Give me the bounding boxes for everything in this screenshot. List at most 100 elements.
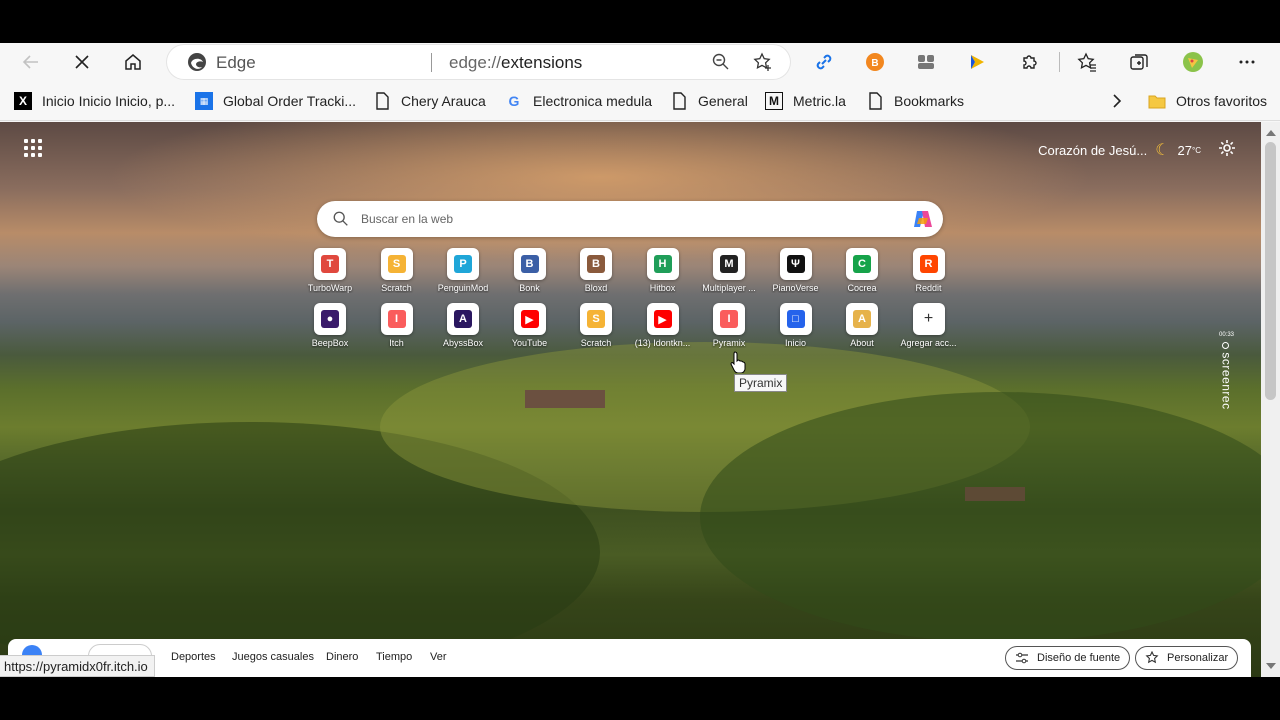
bookmark-label: General (698, 93, 748, 109)
add-favorite-icon[interactable] (753, 52, 773, 72)
bookmark-item[interactable]: ▦ Global Order Tracki... (195, 91, 356, 111)
weather-location: Corazón de Jesú... (1038, 142, 1148, 158)
quick-link-tile[interactable]: P PenguinMod (430, 248, 496, 304)
quick-link-tile[interactable]: S Scratch (364, 248, 430, 304)
quick-link-tile[interactable]: S Scratch (563, 303, 629, 359)
bookmarks-overflow-button[interactable] (1108, 91, 1136, 111)
quick-link-label: Bloxd (584, 283, 608, 293)
quick-link-label: Scratch (580, 338, 612, 348)
quick-link-tile[interactable]: C Cocrea (829, 248, 895, 304)
quick-link-icon: T (314, 248, 346, 280)
quick-link-tile[interactable]: A AbyssBox (430, 303, 496, 359)
quick-link-tile[interactable]: A About (829, 303, 895, 359)
quick-link-tile[interactable]: I Pyramix (696, 303, 762, 359)
bookmark-item[interactable]: General (670, 91, 748, 111)
favorites-button[interactable] (1071, 46, 1103, 78)
collections-button[interactable] (1123, 46, 1155, 78)
quick-link-label: Multiplayer ... (702, 283, 756, 293)
other-favorites-folder[interactable]: Otros favoritos (1148, 91, 1267, 111)
weather-unit: °C (1192, 145, 1201, 155)
quick-link-tile[interactable]: + Agregar acc... (896, 303, 962, 359)
bookmark-label: Metric.la (793, 93, 846, 109)
quick-link-label: YouTube (511, 338, 548, 348)
scrollbar-thumb[interactable] (1265, 142, 1276, 400)
quick-link-label: Scratch (381, 283, 412, 293)
quick-link-tile[interactable]: □ Inicio (763, 303, 829, 359)
page-icon (869, 92, 882, 110)
quick-link-tile[interactable]: ● BeepBox (297, 303, 363, 359)
weather-widget[interactable]: Corazón de Jesú... ☾ 27 °C (1038, 140, 1201, 160)
orange-extension-icon: B (866, 53, 884, 71)
profile-button[interactable] (1177, 46, 1209, 78)
quick-link-tile[interactable]: B Bloxd (563, 248, 629, 304)
orange-extension-button[interactable]: B (859, 46, 891, 78)
farmhouse-shape (525, 390, 605, 408)
address-bar[interactable]: Edge edge://extensions (167, 45, 790, 79)
quick-link-tile[interactable]: M Multiplayer ... (696, 248, 762, 304)
more-dots-icon (1239, 60, 1255, 64)
feed-tab-sports[interactable]: Deportes (171, 651, 216, 663)
screenrec-widget[interactable]: 00:33 screenrec (1218, 332, 1234, 422)
copilot-icon[interactable] (911, 207, 935, 231)
personalize-button[interactable]: Personalizar (1135, 646, 1239, 670)
quick-link-tile[interactable]: H Hitbox (630, 248, 696, 304)
page-scrollbar[interactable] (1261, 122, 1280, 677)
bookmark-item[interactable]: Bookmarks (866, 91, 964, 111)
quick-link-label: PenguinMod (437, 283, 489, 293)
game-extension-button[interactable] (910, 46, 942, 78)
quick-link-icon: I (380, 303, 413, 335)
personalize-icon (1145, 651, 1159, 664)
hill-shape (700, 392, 1261, 642)
chevron-right-icon (1113, 94, 1122, 108)
stop-button[interactable] (66, 46, 98, 78)
site-logo-icon: I (720, 310, 738, 328)
quick-link-icon: A (846, 303, 878, 335)
bookmark-item[interactable]: X Inicio Inicio Inicio, p... (14, 91, 175, 111)
personalize-label: Personalizar (1167, 652, 1229, 664)
feed-tab-casual-games[interactable]: Juegos casuales (232, 651, 314, 663)
quick-link-icon: P (447, 248, 479, 280)
site-logo-icon: □ (786, 310, 805, 328)
feed-tab-watch[interactable]: Ver (430, 651, 447, 663)
site-logo-icon: ▶ (653, 310, 672, 328)
home-button[interactable] (117, 46, 149, 78)
site-logo-icon: S (587, 310, 605, 328)
site-logo-icon: S (387, 255, 406, 273)
quick-link-tile[interactable]: B Bonk (497, 248, 563, 304)
apps-launcher-icon[interactable] (24, 139, 42, 157)
quick-link-tile[interactable]: ▶ YouTube (497, 303, 563, 359)
quick-link-tile[interactable]: T TurboWarp (297, 248, 363, 304)
feed-tab-money[interactable]: Dinero (326, 651, 358, 663)
zoom-icon[interactable] (711, 52, 731, 72)
link-extension-button[interactable] (808, 46, 840, 78)
web-search-box[interactable] (317, 201, 943, 237)
quick-link-icon: S (380, 248, 413, 280)
search-icon (333, 211, 348, 226)
bookmark-item[interactable]: G Electronica medula (505, 91, 653, 111)
puzzle-icon (1023, 55, 1037, 69)
feed-tab-weather[interactable]: Tiempo (376, 651, 412, 663)
quick-link-icon: ● (314, 303, 346, 335)
scroll-up-arrow-icon[interactable] (1266, 130, 1276, 136)
bookmark-item[interactable]: M Metric.la (765, 91, 846, 111)
search-input[interactable] (361, 209, 881, 229)
more-menu-button[interactable] (1231, 46, 1263, 78)
quick-link-tile[interactable]: R Reddit (896, 248, 962, 304)
quick-link-label: About (850, 338, 874, 348)
quick-link-tile[interactable]: Ψ PianoVerse (763, 248, 829, 304)
status-url-bar: https://pyramidx0fr.itch.io (0, 655, 155, 677)
quick-link-tile[interactable]: I Itch (364, 303, 430, 359)
play-extension-button[interactable] (961, 46, 993, 78)
back-button[interactable] (15, 46, 47, 78)
bookmark-item[interactable]: Chery Arauca (373, 91, 486, 111)
site-logo-icon: T (321, 255, 339, 273)
url-text[interactable]: edge://extensions (449, 53, 582, 73)
bookmark-label: Chery Arauca (401, 93, 486, 109)
quick-link-tile[interactable]: ▶ (13) Idontkn... (630, 303, 696, 359)
gear-icon[interactable] (1217, 138, 1237, 158)
screenrec-time: 00:33 (1219, 332, 1235, 338)
extensions-button[interactable] (1014, 46, 1046, 78)
site-logo-icon: P (454, 255, 472, 273)
font-design-button[interactable]: Diseño de fuente (1005, 646, 1131, 670)
scroll-down-arrow-icon[interactable] (1266, 663, 1276, 669)
